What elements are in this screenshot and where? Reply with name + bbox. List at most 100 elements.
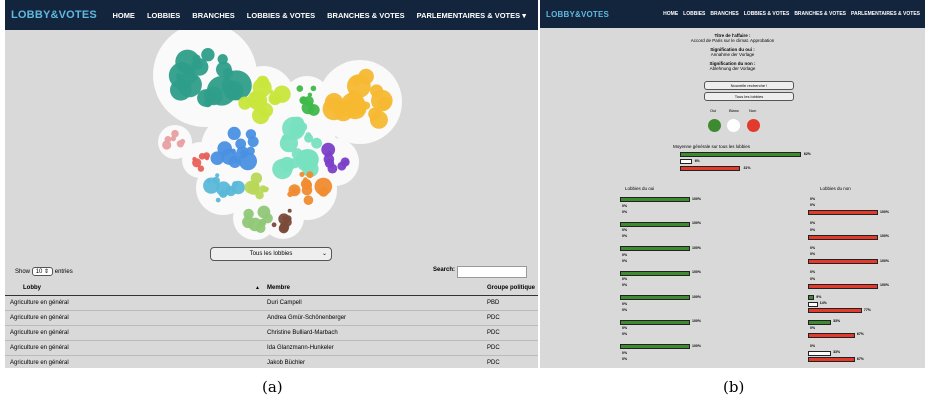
lobby-bubble[interactable] <box>247 136 259 148</box>
lobby-bubble[interactable] <box>247 180 260 193</box>
nav-parlementaires-votes[interactable]: PARLEMENTAIRES & VOTES ▾ <box>417 11 526 20</box>
vote-oui-circle[interactable] <box>708 119 721 132</box>
lobby-bubble[interactable] <box>246 146 255 156</box>
nav-branches-votes[interactable]: BRANCHES & VOTES <box>794 11 846 17</box>
lobby-bubble[interactable] <box>340 92 366 118</box>
lobby-bubble[interactable] <box>281 134 288 141</box>
nav-lobbies[interactable]: LOBBIES <box>683 11 705 17</box>
lobby-bubble[interactable] <box>162 140 172 150</box>
lobby-bubble[interactable] <box>268 91 282 106</box>
nav-home[interactable]: HOME <box>663 11 678 17</box>
lobby-bubble[interactable] <box>299 171 305 177</box>
lobby-bubble[interactable] <box>296 85 304 92</box>
column-groupe-politique[interactable]: Groupe politique <box>487 285 535 291</box>
lobby-bubble[interactable] <box>271 222 277 228</box>
yes-lobby-oui-bar[interactable] <box>620 319 690 325</box>
nav-branches[interactable]: BRANCHES <box>710 11 738 17</box>
lobby-bubble[interactable] <box>216 61 232 78</box>
yes-lobby-oui-bar[interactable] <box>620 197 690 202</box>
lobby-bubble[interactable] <box>371 89 393 112</box>
lobby-bubble[interactable] <box>306 171 314 179</box>
lobby-bubble[interactable] <box>247 91 265 108</box>
lobby-bubble[interactable] <box>240 150 247 157</box>
lobby-bubble[interactable] <box>272 158 293 180</box>
vote-non-circle[interactable] <box>747 119 760 132</box>
lobby-bubble[interactable] <box>369 110 388 129</box>
lobby-bubble[interactable] <box>201 48 215 62</box>
lobby-bubble[interactable] <box>304 133 314 143</box>
yes-lobby-oui-bar[interactable] <box>620 221 690 227</box>
column-membre[interactable]: Membre <box>267 285 290 291</box>
all-lobbies-button[interactable]: Tous les lobbies <box>704 92 794 101</box>
lobby-bubble[interactable] <box>303 177 308 182</box>
table-row[interactable]: Agriculture en général Duri Campell PBD <box>5 296 538 311</box>
table-row[interactable]: Agriculture en général Christine Bulliard… <box>5 326 538 341</box>
nav-lobbies[interactable]: LOBBIES <box>147 11 180 20</box>
entries-select[interactable]: 10 ⇕ <box>31 267 54 276</box>
lobby-bubble[interactable] <box>217 141 232 156</box>
lobby-bubble[interactable] <box>321 142 336 157</box>
no-lobby-non-bar[interactable] <box>808 357 855 362</box>
table-row[interactable]: Agriculture en général Andrea Gmür-Schöne… <box>5 311 538 326</box>
lobby-bubble[interactable] <box>192 59 203 70</box>
lobby-bubble[interactable] <box>283 217 292 227</box>
lobby-bubble[interactable] <box>203 86 223 106</box>
lobby-bubble[interactable] <box>291 116 305 130</box>
no-lobby-blanc-bar[interactable] <box>808 350 832 356</box>
lobby-bubble[interactable] <box>263 187 269 193</box>
avg-blanc-bar[interactable] <box>680 159 692 164</box>
brand-logo[interactable]: LOBBY&VOTES <box>5 9 97 21</box>
lobby-bubble[interactable] <box>229 85 240 97</box>
no-lobby-oui-bar[interactable] <box>808 319 832 325</box>
vote-blanc-circle[interactable] <box>727 119 740 132</box>
lobby-filter-select[interactable]: Tous les lobbies ⌄ <box>210 247 332 261</box>
lobby-bubble[interactable] <box>288 184 301 197</box>
lobby-bubble[interactable] <box>198 153 206 160</box>
lobby-bubble[interactable] <box>314 177 333 196</box>
no-lobby-blanc-bar[interactable] <box>808 301 818 307</box>
no-lobby-non-bar[interactable] <box>808 234 878 240</box>
nav-parlementaires-votes[interactable]: PARLEMENTAIRES & VOTES <box>851 11 920 17</box>
lobby-bubble[interactable] <box>308 102 313 107</box>
lobby-bubble[interactable] <box>301 184 313 196</box>
no-lobby-non-bar[interactable] <box>808 259 878 264</box>
lobby-bubble[interactable] <box>197 165 205 172</box>
lobby-bubble[interactable] <box>310 85 317 92</box>
lobby-bubble[interactable] <box>235 138 247 150</box>
yes-lobby-oui-bar[interactable] <box>620 246 690 251</box>
sort-asc-icon[interactable]: ▲ <box>255 285 260 291</box>
bubble-chart[interactable] <box>5 30 538 240</box>
lobby-bubble[interactable] <box>225 185 237 197</box>
nav-lobbies-votes[interactable]: LOBBIES & VOTES <box>247 11 315 20</box>
yes-lobby-oui-bar[interactable] <box>620 295 690 300</box>
lobby-bubble[interactable] <box>255 191 264 200</box>
lobby-bubble[interactable] <box>232 181 239 187</box>
lobby-bubble[interactable] <box>269 89 274 94</box>
nav-lobbies-votes[interactable]: LOBBIES & VOTES <box>744 11 790 17</box>
lobby-bubble[interactable] <box>337 161 347 171</box>
lobby-bubble[interactable] <box>170 135 176 142</box>
yes-lobby-oui-bar[interactable] <box>620 344 690 349</box>
avg-oui-bar[interactable] <box>680 152 801 157</box>
no-lobby-non-bar[interactable] <box>808 210 878 215</box>
column-lobby[interactable]: Lobby <box>23 285 41 291</box>
table-row[interactable]: Agriculture en général Ida Glanzmann-Hunk… <box>5 341 538 356</box>
lobby-bubble[interactable] <box>215 197 221 203</box>
lobby-bubble[interactable] <box>215 173 220 178</box>
no-lobby-oui-bar[interactable] <box>808 295 815 300</box>
lobby-bubble[interactable] <box>180 138 186 145</box>
nav-branches-votes[interactable]: BRANCHES & VOTES <box>327 11 405 20</box>
no-lobby-non-bar[interactable] <box>808 308 862 313</box>
lobby-bubble[interactable] <box>248 217 262 232</box>
lobby-bubble[interactable] <box>168 62 196 89</box>
lobby-bubble[interactable] <box>203 177 220 194</box>
nav-branches[interactable]: BRANCHES <box>192 11 235 20</box>
new-search-button[interactable]: Nouvelle recherche ! <box>704 81 794 90</box>
avg-non-bar[interactable] <box>680 166 741 171</box>
lobby-bubble[interactable] <box>243 208 254 220</box>
no-lobby-non-bar[interactable] <box>808 332 855 338</box>
search-input[interactable] <box>457 266 527 278</box>
no-lobby-non-bar[interactable] <box>808 283 878 289</box>
lobby-bubble[interactable] <box>303 195 314 205</box>
lobby-bubble[interactable] <box>358 68 374 85</box>
